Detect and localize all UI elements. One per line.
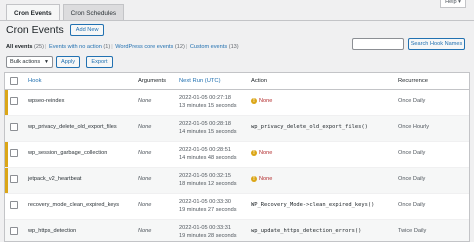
next-run: 2022-01-05 00:28:51 14 minutes 48 seconds [179, 147, 237, 161]
action-value: WP_Recovery_Mode->clean_expired_keys() [251, 202, 375, 208]
action-value: ! None [251, 150, 272, 156]
warning-icon: ! [251, 176, 257, 182]
row-checkbox[interactable] [10, 175, 18, 183]
filter-core-events[interactable]: WordPress core events (12) [115, 44, 185, 50]
search-hook-names-button[interactable]: Search Hook Names [408, 38, 465, 50]
row-checkbox[interactable] [10, 149, 18, 157]
recurrence-value: Once Daily [398, 176, 426, 182]
table-row: recovery_mode_clean_expired_keys None 20… [5, 194, 469, 220]
recurrence-value: Once Hourly [398, 124, 430, 130]
arguments-value: None [138, 150, 152, 156]
action-value: ! None [251, 176, 272, 182]
recurrence-value: Twice Daily [398, 228, 427, 234]
recurrence-value: Once Daily [398, 98, 426, 104]
action-value: wp_privacy_delete_old_export_files() [251, 124, 368, 130]
apply-button[interactable]: Apply [56, 56, 80, 68]
column-arguments: Arguments [138, 78, 167, 84]
arguments-value: None [138, 202, 152, 208]
arguments-value: None [138, 228, 152, 234]
row-checkbox[interactable] [10, 97, 18, 105]
next-run: 2022-01-05 00:33:31 19 minutes 28 seconds [179, 225, 237, 239]
warning-icon: ! [251, 98, 257, 104]
recurrence-value: Once Daily [398, 150, 426, 156]
tab-cron-schedules[interactable]: Cron Schedules [62, 4, 125, 21]
action-value: wp_update_https_detection_errors() [251, 228, 362, 234]
row-checkbox[interactable] [10, 227, 18, 235]
select-all-checkbox[interactable] [10, 77, 18, 85]
warning-icon: ! [251, 150, 257, 156]
column-action: Action [251, 78, 268, 84]
action-value: ! None [251, 98, 272, 104]
table-row: jetpack_v2_heartbeat None 2022-01-05 00:… [5, 168, 469, 194]
arguments-value: None [138, 98, 152, 104]
help-button[interactable]: Help ▾ [440, 0, 466, 8]
column-recurrence: Recurrence [398, 78, 428, 84]
next-run: 2022-01-05 00:28:18 14 minutes 15 seconds [179, 121, 237, 135]
next-run: 2022-01-05 00:32:15 18 minutes 12 seconds [179, 173, 237, 187]
tab-cron-events[interactable]: Cron Events [6, 4, 60, 21]
hook-name: recovery_mode_clean_expired_keys [28, 202, 120, 208]
row-checkbox[interactable] [10, 201, 18, 209]
filter-custom-events[interactable]: Custom events (13) [190, 44, 239, 50]
table-header: Hook Arguments Next Run (UTC) Action Rec… [5, 73, 469, 90]
tab-divider [0, 20, 474, 21]
table-row: wp_privacy_delete_old_export_files None … [5, 116, 469, 142]
page-title: Cron Events [6, 24, 64, 36]
cron-events-table: Hook Arguments Next Run (UTC) Action Rec… [4, 72, 470, 242]
row-checkbox[interactable] [10, 123, 18, 131]
table-row: wp_https_detection None 2022-01-05 00:33… [5, 220, 469, 241]
column-hook[interactable]: Hook [28, 78, 42, 84]
hook-name: wp_session_garbage_collection [28, 150, 108, 156]
bulk-actions-select[interactable]: Bulk actions ▼ [6, 56, 53, 68]
hook-name: wp_https_detection [28, 228, 77, 234]
hook-name: wpseo-reindex [28, 98, 65, 104]
recurrence-value: Once Daily [398, 202, 426, 208]
next-run: 2022-01-05 00:33:30 19 minutes 27 seconds [179, 199, 237, 213]
search-input[interactable] [352, 38, 404, 50]
hook-name: wp_privacy_delete_old_export_files [28, 124, 117, 130]
next-run: 2022-01-05 00:27:18 13 minutes 15 seconds [179, 95, 237, 109]
filter-all-events[interactable]: All events (25) [6, 44, 44, 50]
export-button[interactable]: Export [86, 56, 113, 68]
table-row: wpseo-reindex None 2022-01-05 00:27:18 13… [5, 90, 469, 116]
hook-name: jetpack_v2_heartbeat [28, 176, 82, 182]
filter-no-action[interactable]: Events with no action (1) [49, 44, 110, 50]
table-row: wp_session_garbage_collection None 2022-… [5, 142, 469, 168]
arguments-value: None [138, 124, 152, 130]
event-filters: All events (25)| Events with no action (… [6, 44, 239, 50]
column-next-run[interactable]: Next Run (UTC) [179, 78, 221, 84]
add-new-button[interactable]: Add New [69, 24, 105, 36]
chevron-down-icon: ▼ [44, 59, 49, 65]
arguments-value: None [138, 176, 152, 182]
